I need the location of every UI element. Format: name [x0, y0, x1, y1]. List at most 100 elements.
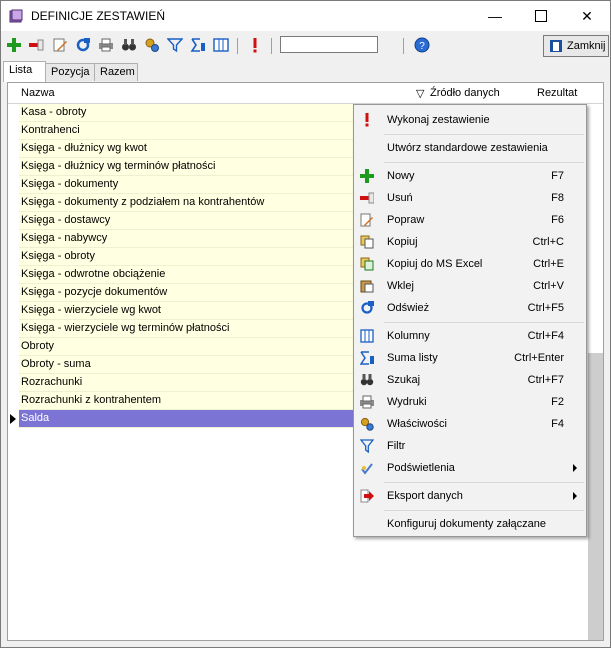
menu-item-prints[interactable]: Wydruki F2 — [354, 391, 586, 413]
menu-separator — [384, 510, 584, 511]
column-header-source[interactable]: Źródło danych — [430, 87, 500, 99]
table-row-selected[interactable]: Salda — [19, 410, 359, 428]
search-button[interactable] — [120, 36, 138, 54]
new-button[interactable] — [5, 36, 23, 54]
columns-button[interactable] — [212, 36, 230, 54]
menu-item-edit[interactable]: Popraw F6 — [354, 209, 586, 231]
search-input[interactable] — [280, 36, 378, 53]
plus-icon — [360, 169, 374, 183]
execute-report-button[interactable] — [246, 36, 264, 54]
menu-item-copy-excel[interactable]: Kopiuj do MS Excel Ctrl+E — [354, 253, 586, 275]
table-row[interactable]: Obroty - suma — [19, 356, 359, 374]
toolbar-separator — [403, 38, 404, 54]
menu-item-new[interactable]: Nowy F7 — [354, 165, 586, 187]
tab-razem[interactable]: Razem — [94, 63, 138, 81]
main-window: DEFINICJE ZESTAWIEŃ — ✕ ? Zamknij Lista … — [0, 0, 611, 648]
app-book-icon — [9, 9, 23, 23]
columns-icon — [360, 329, 374, 343]
table-row[interactable]: Kontrahenci — [19, 122, 359, 140]
menu-item-refresh[interactable]: Odśwież Ctrl+F5 — [354, 297, 586, 319]
menu-item-delete[interactable]: Usuń F8 — [354, 187, 586, 209]
column-header-result[interactable]: Rezultat — [537, 87, 577, 99]
table-row[interactable]: Księga - dostawcy — [19, 212, 359, 230]
table-row[interactable]: Księga - dłużnicy wg kwot — [19, 140, 359, 158]
table-row[interactable]: Księga - nabywcy — [19, 230, 359, 248]
refresh-button[interactable] — [74, 36, 92, 54]
menu-item-copy[interactable]: Kopiuj Ctrl+C — [354, 231, 586, 253]
minimize-button[interactable]: — — [472, 1, 518, 31]
sum-icon — [190, 38, 205, 52]
delete-arrow-icon — [29, 39, 44, 51]
maximize-button[interactable] — [518, 1, 564, 31]
menu-separator — [384, 482, 584, 483]
window-title: DEFINICJE ZESTAWIEŃ — [31, 9, 166, 23]
menu-item-filter[interactable]: Filtr — [354, 435, 586, 457]
copy-icon — [360, 235, 374, 249]
delete-button[interactable] — [27, 36, 45, 54]
exclamation-icon — [253, 38, 257, 53]
tab-strip: Lista Pozycja Razem — [1, 61, 610, 83]
close-window-button[interactable]: ✕ — [564, 1, 610, 31]
edit-pencil-icon — [53, 38, 67, 52]
menu-item-create-standard[interactable]: Utwórz standardowe zestawienia — [354, 137, 586, 159]
table-row[interactable]: Księga - odwrotne obciążenie — [19, 266, 359, 284]
maximize-icon — [535, 10, 547, 22]
table-row[interactable]: Księga - obroty — [19, 248, 359, 266]
menu-item-sum-list[interactable]: Suma listy Ctrl+Enter — [354, 347, 586, 369]
menu-item-columns[interactable]: Kolumny Ctrl+F4 — [354, 325, 586, 347]
title-bar: DEFINICJE ZESTAWIEŃ — ✕ — [1, 1, 610, 31]
edit-pencil-icon — [360, 213, 373, 227]
table-row[interactable]: Księga - wierzyciele wg kwot — [19, 302, 359, 320]
menu-item-properties[interactable]: Właściwości F4 — [354, 413, 586, 435]
table-row[interactable]: Księga - pozycje dokumentów — [19, 284, 359, 302]
tab-pozycja[interactable]: Pozycja — [45, 63, 95, 81]
table-row[interactable]: Kasa - obroty — [19, 104, 359, 122]
export-arrow-icon — [360, 489, 374, 503]
close-icon: ✕ — [581, 7, 593, 24]
sum-list-button[interactable] — [189, 36, 207, 54]
printer-icon — [360, 395, 374, 409]
menu-separator — [384, 134, 584, 135]
table-row[interactable]: Księga - dokumenty — [19, 176, 359, 194]
menu-item-search[interactable]: Szukaj Ctrl+F7 — [354, 369, 586, 391]
table-row[interactable]: Księga - dłużnicy wg terminów płatności — [19, 158, 359, 176]
table-row[interactable]: Rozrachunki — [19, 374, 359, 392]
properties-button[interactable] — [143, 36, 161, 54]
plus-icon — [7, 38, 21, 52]
menu-item-export-data[interactable]: Eksport danych — [354, 485, 586, 507]
printer-icon — [99, 38, 113, 52]
filter-button[interactable] — [166, 36, 184, 54]
table-row[interactable]: Obroty — [19, 338, 359, 356]
menu-item-highlights[interactable]: Podświetlenia — [354, 457, 586, 479]
print-button[interactable] — [97, 36, 115, 54]
vertical-scrollbar[interactable] — [588, 353, 603, 640]
submenu-arrow-icon — [573, 464, 577, 472]
filter-icon — [360, 439, 374, 453]
filter-icon — [167, 38, 183, 53]
menu-item-configure-attachments[interactable]: Konfiguruj dokumenty załączane — [354, 513, 586, 535]
table-row[interactable]: Księga - wierzyciele wg terminów płatnoś… — [19, 320, 359, 338]
tab-lista[interactable]: Lista — [3, 61, 46, 82]
column-header-name[interactable]: Nazwa — [21, 87, 55, 99]
menu-separator — [384, 322, 584, 323]
minimize-icon: — — [488, 8, 502, 24]
submenu-arrow-icon — [573, 492, 577, 500]
table-row[interactable]: Księga - dokumenty z podziałem na kontra… — [19, 194, 359, 212]
highlight-brush-icon — [361, 463, 373, 475]
delete-arrow-icon — [360, 192, 374, 204]
toolbar-separator — [237, 38, 238, 54]
help-button[interactable]: ? — [413, 36, 431, 54]
refresh-icon — [361, 301, 374, 314]
binoculars-icon — [360, 374, 374, 386]
exit-door-icon — [550, 40, 562, 52]
gears-icon — [360, 417, 374, 431]
table-row[interactable]: Rozrachunki z kontrahentem — [19, 392, 359, 410]
columns-icon — [213, 38, 229, 52]
context-menu: Wykonaj zestawienie Utwórz standardowe z… — [353, 104, 587, 537]
svg-text:?: ? — [419, 41, 425, 52]
close-button[interactable]: Zamknij — [543, 35, 609, 57]
exclamation-icon — [365, 113, 369, 127]
menu-item-execute[interactable]: Wykonaj zestawienie — [354, 109, 586, 131]
menu-item-paste[interactable]: Wklej Ctrl+V — [354, 275, 586, 297]
edit-button[interactable] — [51, 36, 69, 54]
